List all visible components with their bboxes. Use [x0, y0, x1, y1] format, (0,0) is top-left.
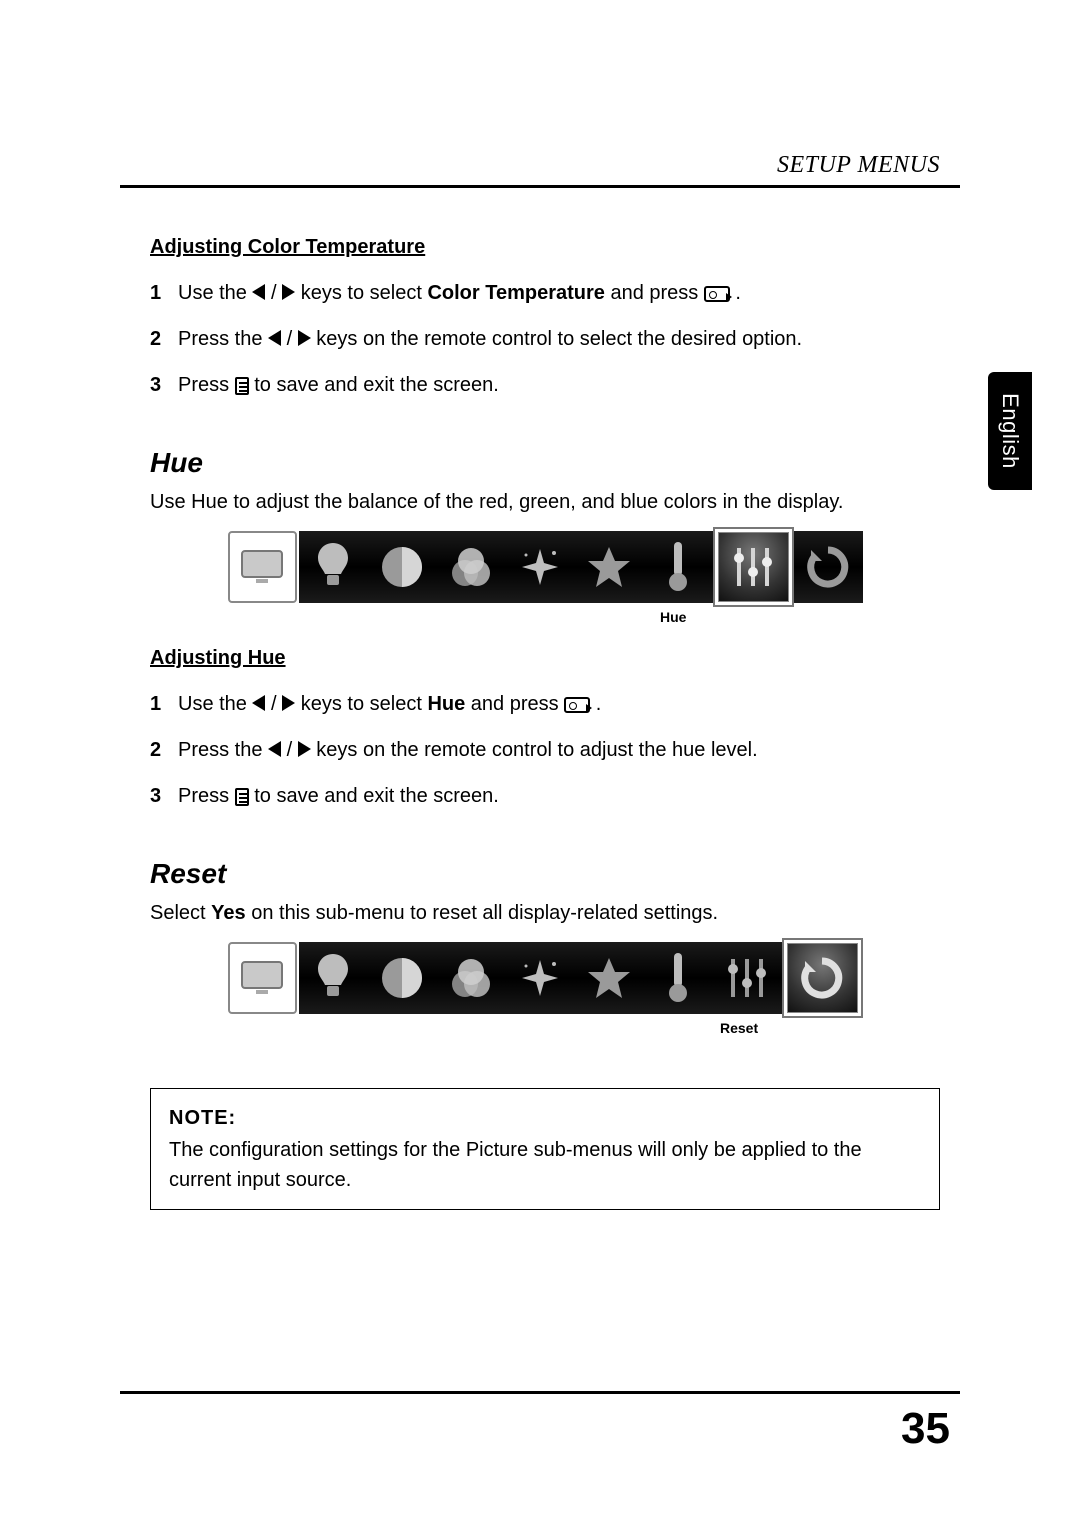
step-text: Press to save and exit the screen. [178, 780, 940, 812]
text-bold: Hue [427, 693, 465, 715]
bulb-icon [299, 531, 368, 603]
monitor-icon [228, 531, 297, 603]
reset-strip-label: Reset [720, 1020, 758, 1036]
text-fragment: keys to select [301, 693, 428, 715]
text-fragment: Press the [178, 739, 268, 761]
hue-intro: Use Hue to adjust the balance of the red… [150, 487, 940, 517]
step-text: Press the / keys on the remote control t… [178, 734, 940, 766]
text-fragment: Use the [178, 282, 252, 304]
reset-icon [794, 531, 863, 603]
step-number: 2 [150, 734, 178, 766]
hue-step-1: 1 Use the / keys to select Hue and press… [150, 688, 940, 720]
reset-heading: Reset [150, 858, 940, 890]
text-fragment: on this sub-menu to reset all display-re… [251, 902, 718, 924]
text-bold: Yes [211, 902, 245, 924]
right-arrow-icon [298, 330, 311, 346]
hue-strip-label: Hue [660, 609, 686, 625]
hue-step-3: 3 Press to save and exit the screen. [150, 780, 940, 812]
step-number: 3 [150, 780, 178, 812]
note-box: NOTE: The configuration settings for the… [150, 1088, 940, 1210]
manual-page: SETUP MENUS English Adjusting Color Temp… [0, 0, 1080, 1529]
step-text: Use the / keys to select Hue and press . [178, 688, 940, 720]
bulb-icon [299, 942, 368, 1014]
hue-step-2: 2 Press the / keys on the remote control… [150, 734, 940, 766]
color-temp-subheading: Adjusting Color Temperature [150, 236, 940, 259]
sparkle-icon [506, 531, 575, 603]
icon-strip-row [228, 942, 863, 1014]
left-arrow-icon [268, 741, 281, 757]
left-arrow-icon [252, 284, 265, 300]
note-label: NOTE: [169, 1103, 921, 1133]
right-arrow-icon [298, 741, 311, 757]
step-number: 1 [150, 688, 178, 720]
header-section-title: SETUP MENUS [777, 152, 940, 179]
step-text: Use the / keys to select Color Temperatu… [178, 277, 940, 309]
color-temp-steps: 1 Use the / keys to select Color Tempera… [150, 277, 940, 401]
text-fragment: Press [178, 785, 235, 807]
left-arrow-icon [252, 695, 265, 711]
language-tab: English [988, 372, 1032, 490]
step-text: Press the / keys on the remote control t… [178, 323, 940, 355]
text-fragment: keys to select [301, 282, 428, 304]
contrast-icon [368, 531, 437, 603]
hue-icon-strip: Hue [150, 531, 940, 625]
text-fragment: . [596, 693, 602, 715]
text-fragment: . [735, 282, 741, 304]
text-fragment: keys on the remote control to select the… [316, 328, 802, 350]
enter-icon [704, 286, 730, 302]
menu-icon [235, 788, 249, 806]
page-content: Adjusting Color Temperature 1 Use the / … [150, 236, 940, 1210]
rgb-icon [437, 531, 506, 603]
enter-icon [564, 697, 590, 713]
reset-icon-selected [782, 938, 863, 1018]
icon-strip-row [228, 531, 863, 603]
contrast-icon [368, 942, 437, 1014]
sparkle-icon [506, 942, 575, 1014]
monitor-icon [228, 942, 297, 1014]
step-number: 3 [150, 369, 178, 401]
text-fragment: to save and exit the screen. [254, 374, 499, 396]
step-text: Press to save and exit the screen. [178, 369, 940, 401]
sliders-icon [713, 942, 782, 1014]
hue-steps: 1 Use the / keys to select Hue and press… [150, 688, 940, 812]
text-bold: Color Temperature [427, 282, 604, 304]
text-fragment: keys on the remote control to adjust the… [316, 739, 757, 761]
text-fragment: Press [178, 374, 235, 396]
adjusting-hue-subheading: Adjusting Hue [150, 647, 940, 670]
text-fragment: to save and exit the screen. [254, 785, 499, 807]
sliders-icon-selected [713, 527, 794, 607]
step-number: 1 [150, 277, 178, 309]
reset-intro: Select Yes on this sub-menu to reset all… [150, 898, 940, 928]
star-icon [575, 942, 644, 1014]
step-number: 2 [150, 323, 178, 355]
footer-rule [120, 1391, 960, 1394]
text-fragment: Press the [178, 328, 268, 350]
page-number: 35 [901, 1404, 950, 1454]
right-arrow-icon [282, 284, 295, 300]
rgb-icon [437, 942, 506, 1014]
color-temp-step-2: 2 Press the / keys on the remote control… [150, 323, 940, 355]
text-fragment: Use the [178, 693, 252, 715]
thermometer-icon [644, 531, 713, 603]
note-text: The configuration settings for the Pictu… [169, 1139, 862, 1191]
menu-icon [235, 377, 249, 395]
text-fragment: and press [471, 693, 564, 715]
reset-icon-strip: Reset [150, 942, 940, 1036]
color-temp-step-3: 3 Press to save and exit the screen. [150, 369, 940, 401]
right-arrow-icon [282, 695, 295, 711]
thermometer-icon [644, 942, 713, 1014]
star-icon [575, 531, 644, 603]
header-rule [120, 185, 960, 188]
language-tab-label: English [997, 393, 1023, 469]
hue-heading: Hue [150, 447, 940, 479]
text-fragment: Select [150, 902, 211, 924]
left-arrow-icon [268, 330, 281, 346]
color-temp-step-1: 1 Use the / keys to select Color Tempera… [150, 277, 940, 309]
text-fragment: and press [610, 282, 703, 304]
